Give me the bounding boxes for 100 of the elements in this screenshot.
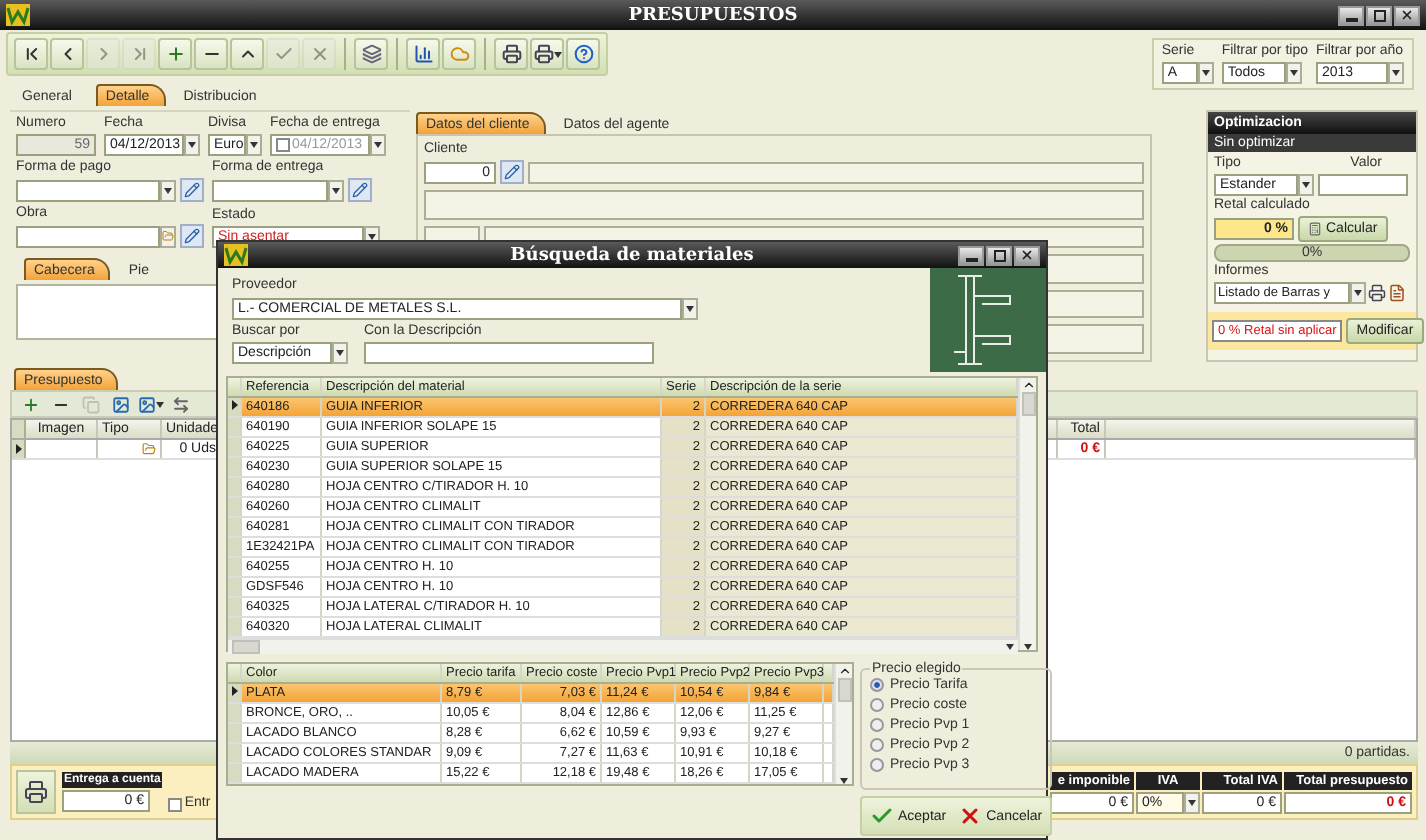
caret-icon bbox=[156, 401, 164, 407]
caret-icon bbox=[1302, 182, 1310, 188]
edit-button[interactable] bbox=[500, 160, 524, 184]
window-title: PRESUPUESTOS bbox=[628, 5, 798, 25]
close-icon bbox=[1400, 8, 1414, 22]
minimize-button[interactable] bbox=[1338, 5, 1364, 25]
toolbar-button[interactable] bbox=[530, 38, 564, 70]
dropdown-button[interactable] bbox=[328, 179, 344, 201]
empty-field[interactable] bbox=[424, 190, 1144, 220]
toolbar-button[interactable] bbox=[406, 38, 440, 70]
maximize-button[interactable] bbox=[1366, 5, 1392, 25]
vertical-scrollbar[interactable] bbox=[1018, 378, 1036, 650]
first-record-icon bbox=[21, 44, 41, 64]
dropdown-button[interactable] bbox=[332, 342, 348, 364]
layers-icon bbox=[361, 44, 381, 64]
dialog-title: Búsqueda de materiales bbox=[510, 245, 754, 265]
dropdown-button[interactable] bbox=[1298, 174, 1314, 196]
caret-icon bbox=[1201, 70, 1210, 76]
toolbar-button[interactable] bbox=[14, 38, 48, 70]
checkbox[interactable] bbox=[276, 138, 290, 152]
chart-icon bbox=[413, 44, 433, 64]
checkbox[interactable] bbox=[168, 797, 183, 811]
dropdown-button[interactable] bbox=[1350, 282, 1366, 304]
image-icon bbox=[138, 395, 156, 413]
caret-icon bbox=[164, 187, 172, 193]
caret-icon bbox=[332, 187, 340, 193]
row-pointer-icon bbox=[232, 400, 238, 410]
dropdown-button[interactable] bbox=[184, 134, 200, 156]
cross-icon bbox=[958, 804, 983, 828]
edit-button[interactable] bbox=[180, 224, 204, 248]
caret-icon bbox=[374, 142, 382, 148]
arrows-icon bbox=[172, 395, 190, 413]
dropdown-button[interactable] bbox=[1388, 62, 1404, 84]
row-pointer-icon bbox=[232, 686, 238, 696]
printer-icon bbox=[24, 780, 48, 804]
caret-icon bbox=[686, 306, 694, 312]
row-pointer-icon bbox=[15, 444, 21, 454]
caret-icon bbox=[840, 778, 848, 784]
close-button[interactable] bbox=[1014, 245, 1040, 265]
folder-icon bbox=[162, 230, 174, 242]
dropdown-button[interactable] bbox=[1184, 791, 1200, 813]
toolbar-button[interactable] bbox=[494, 38, 528, 70]
scroll-thumb[interactable] bbox=[837, 678, 851, 702]
caret-icon bbox=[250, 142, 258, 148]
dropdown-button[interactable] bbox=[246, 134, 262, 156]
caret-icon bbox=[1188, 799, 1196, 805]
dropdown-button[interactable] bbox=[370, 134, 386, 156]
printer-icon[interactable] bbox=[1368, 284, 1386, 302]
folder-icon[interactable] bbox=[142, 442, 156, 456]
toolbar-button[interactable] bbox=[158, 38, 192, 70]
dropdown-button[interactable] bbox=[682, 298, 698, 320]
horizontal-scrollbar[interactable] bbox=[228, 638, 1018, 654]
check-icon bbox=[870, 804, 894, 828]
caret-icon bbox=[1024, 644, 1032, 650]
cross-icon bbox=[309, 44, 329, 64]
description-search-field[interactable] bbox=[364, 342, 654, 364]
app-logo-icon bbox=[224, 244, 248, 266]
scroll-thumb[interactable] bbox=[232, 640, 260, 654]
plus-icon bbox=[165, 44, 185, 64]
toolbar-button[interactable] bbox=[194, 38, 228, 70]
close-button[interactable] bbox=[1394, 5, 1420, 25]
copy-icon bbox=[82, 395, 100, 413]
maximize-icon bbox=[1373, 9, 1385, 21]
toolbar-button[interactable] bbox=[354, 38, 388, 70]
document-icon[interactable] bbox=[1388, 284, 1406, 302]
cloud-icon bbox=[449, 44, 469, 64]
dropdown-button[interactable] bbox=[160, 179, 176, 201]
work-field[interactable] bbox=[16, 225, 160, 247]
maximize-button[interactable] bbox=[986, 245, 1012, 265]
edit-button[interactable] bbox=[348, 178, 372, 202]
edit-button[interactable] bbox=[180, 178, 204, 202]
help-icon bbox=[573, 44, 593, 64]
printer-icon bbox=[501, 44, 521, 64]
last-record-icon bbox=[129, 44, 149, 64]
caret-icon bbox=[553, 51, 561, 57]
calculator-icon bbox=[1308, 222, 1322, 236]
print-button[interactable] bbox=[16, 770, 56, 814]
edit-icon bbox=[352, 182, 368, 198]
toolbar-button[interactable] bbox=[566, 38, 600, 70]
caret-icon bbox=[1392, 70, 1400, 76]
image-icon bbox=[112, 395, 130, 413]
edit-icon bbox=[184, 182, 200, 198]
caret-icon bbox=[1006, 644, 1014, 650]
app-logo-icon bbox=[6, 4, 30, 26]
empty-field[interactable] bbox=[528, 161, 1144, 183]
edit-icon bbox=[504, 164, 520, 180]
plus-icon bbox=[22, 395, 40, 413]
check-icon bbox=[273, 44, 293, 64]
printer-icon bbox=[533, 44, 553, 64]
edit-icon bbox=[184, 228, 200, 244]
toolbar-button[interactable] bbox=[138, 392, 164, 416]
scroll-thumb[interactable] bbox=[1021, 392, 1035, 416]
vertical-scrollbar[interactable] bbox=[834, 664, 852, 784]
caret-icon bbox=[188, 142, 196, 148]
value-field[interactable] bbox=[1318, 174, 1408, 196]
close-icon bbox=[1020, 248, 1034, 262]
caret-icon bbox=[1354, 290, 1362, 296]
caret-icon bbox=[336, 350, 344, 356]
caret-icon bbox=[1289, 70, 1298, 76]
minimize-button[interactable] bbox=[958, 245, 984, 265]
